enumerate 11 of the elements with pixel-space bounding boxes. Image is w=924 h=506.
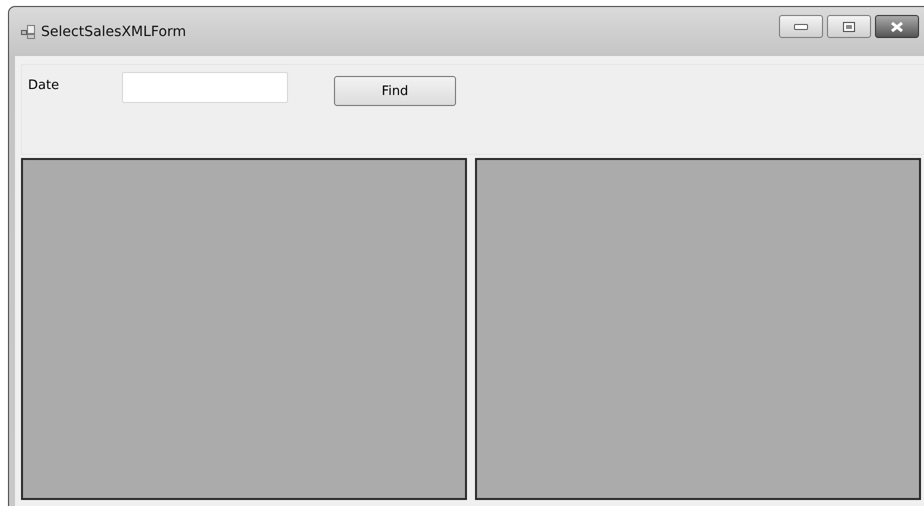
maximize-icon <box>843 22 855 32</box>
close-icon <box>890 22 904 32</box>
minimize-icon <box>794 24 808 30</box>
window-title: SelectSalesXMLForm <box>41 24 186 40</box>
app-icon <box>21 24 35 38</box>
find-button[interactable]: Find <box>334 76 456 106</box>
minimize-button[interactable] <box>779 15 823 38</box>
date-label: Date <box>28 78 60 93</box>
date-field[interactable] <box>122 72 288 103</box>
maximize-button[interactable] <box>827 15 871 38</box>
close-button[interactable] <box>875 15 919 38</box>
